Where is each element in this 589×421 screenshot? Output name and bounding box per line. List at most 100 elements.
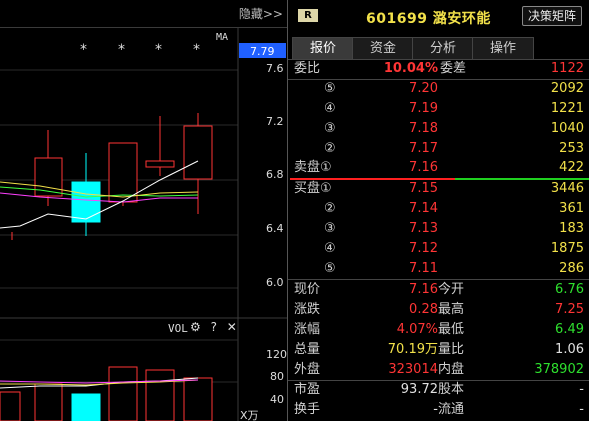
ma-value-star: *: [118, 42, 125, 58]
stat-label: 最高: [438, 302, 465, 317]
sell-level-row[interactable]: ② 7.17 253: [288, 139, 589, 159]
buy-level-row[interactable]: ③ 7.13 183: [288, 219, 589, 239]
quote-panel: R 601699 潞安环能 决策矩阵 报价 资金 分析 操作 委比 10.04%…: [287, 0, 589, 421]
volume-bar[interactable]: [145, 369, 175, 421]
sell-price: 7.16: [409, 160, 438, 175]
current-price-label: 7.79: [250, 45, 275, 58]
stat-row: 涨幅 4.07% 最低 6.49: [288, 320, 589, 340]
sell-price: 7.20: [409, 81, 438, 96]
sell-volume: 2092: [550, 81, 584, 96]
stat-label: 最低: [438, 322, 465, 337]
buy-level-label: ⑤: [324, 261, 336, 276]
stat-label: 涨幅: [294, 322, 321, 337]
decision-matrix-button[interactable]: 决策矩阵: [521, 6, 582, 26]
volume-unit-label: X万: [240, 409, 259, 421]
buy-price: 7.12: [409, 241, 438, 256]
sell-level-label: ⑤: [324, 81, 336, 96]
volume-axis-label: 40: [270, 393, 284, 406]
volume-bar[interactable]: [183, 377, 213, 421]
volume-axis-label: 120: [266, 348, 287, 361]
stat-row: 现价 7.16 今开 6.76: [288, 280, 589, 300]
buy-volume: 1875: [550, 241, 584, 256]
stat-value: 378902: [534, 362, 584, 377]
price-axis-label: 6.0: [266, 276, 284, 289]
sell-level-row[interactable]: ③ 7.18 1040: [288, 119, 589, 139]
volume-bar[interactable]: [0, 391, 21, 421]
stat-value: 93.72: [400, 382, 438, 397]
buy-level-row[interactable]: ② 7.14 361: [288, 199, 589, 219]
sell-volume: 422: [559, 160, 584, 175]
stat-value: 6.76: [555, 282, 584, 297]
ma-label: MA: [216, 32, 228, 43]
candle[interactable]: [34, 130, 63, 206]
stat-value: 7.25: [555, 302, 584, 317]
close-icon[interactable]: ✕: [227, 320, 237, 334]
sell-level-label: ②: [324, 141, 336, 156]
tab-operate[interactable]: 操作: [472, 37, 534, 59]
tab-quote[interactable]: 报价: [292, 37, 354, 59]
buy-volume: 3446: [550, 181, 584, 196]
buy-level-row[interactable]: 买盘① 7.15 3446: [288, 179, 589, 199]
stat-label: 市盈: [294, 382, 321, 397]
committee-ratio-value: 10.04%: [383, 61, 438, 76]
tab-funds[interactable]: 资金: [352, 37, 414, 59]
gear-icon[interactable]: ⚙: [190, 320, 201, 334]
volume-indicator-label: VOL: [168, 322, 188, 335]
sell-volume: 1040: [550, 121, 584, 136]
stat-label: 内盘: [438, 362, 465, 377]
sell-volume: 253: [559, 141, 584, 156]
kline-panel[interactable]: 隐藏>> MA * * * * 7.79 7.6 7.2 6.8 6.4 6.0…: [0, 0, 287, 421]
sell-price: 7.17: [409, 141, 438, 156]
stat-label: 量比: [438, 342, 465, 357]
stat-value: 323014: [388, 362, 438, 377]
price-axis-label: 6.4: [266, 222, 284, 235]
buy-price: 7.15: [409, 181, 438, 196]
price-axis-label: 6.8: [266, 168, 284, 181]
volume-bar[interactable]: [34, 383, 63, 421]
buy-level-label: ④: [324, 241, 336, 256]
buy-level-label: ③: [324, 221, 336, 236]
sell-level-row[interactable]: ④ 7.19 1221: [288, 99, 589, 119]
candlestick-chart[interactable]: MA * * * * 7.79 7.6 7.2 6.8 6.4 6.0 120 …: [0, 0, 287, 421]
sell-price: 7.18: [409, 121, 438, 136]
ma-value-star: *: [80, 42, 87, 58]
buy-volume: 361: [559, 201, 584, 216]
buy-level-row[interactable]: ⑤ 7.11 286: [288, 259, 589, 279]
committee-row: 委比 10.04% 委差 1122: [288, 59, 589, 79]
buy-level-label: ②: [324, 201, 336, 216]
price-axis-label: 7.2: [266, 115, 284, 128]
stock-title: 601699 潞安环能: [366, 11, 491, 27]
stat-label: 外盘: [294, 362, 321, 377]
buy-price: 7.14: [409, 201, 438, 216]
stat-label: 流通: [438, 402, 465, 417]
stat-label: 换手: [294, 402, 321, 417]
volume-bar[interactable]: [71, 393, 101, 421]
committee-diff-label: 委差: [440, 61, 467, 76]
sell-level-label: ③: [324, 121, 336, 136]
stat-label: 涨跌: [294, 302, 321, 317]
tab-analysis[interactable]: 分析: [412, 37, 474, 59]
volume-bar[interactable]: [108, 366, 138, 421]
sell-volume: 1221: [550, 101, 584, 116]
buy-volume: 183: [559, 221, 584, 236]
stat-value: -: [579, 382, 584, 397]
stat-label: 总量: [294, 342, 321, 357]
stat-value: 6.49: [555, 322, 584, 337]
stat-label: 现价: [294, 282, 321, 297]
margin-badge: R: [298, 9, 318, 22]
stat-label: 股本: [438, 382, 465, 397]
buy-price: 7.11: [409, 261, 438, 276]
buy-level-row[interactable]: ④ 7.12 1875: [288, 239, 589, 259]
sell-level-row[interactable]: 卖盘① 7.16 422: [288, 158, 589, 178]
help-icon[interactable]: ?: [211, 320, 217, 334]
stat-value: 4.07%: [396, 322, 438, 337]
stat-value: 1.06: [555, 342, 584, 357]
sell-level-row[interactable]: ⑤ 7.20 2092: [288, 79, 589, 99]
quote-header: R 601699 潞安环能 决策矩阵: [288, 0, 589, 32]
volume-axis-label: 80: [270, 370, 284, 383]
stat-value: 0.28: [409, 302, 438, 317]
sell-level-label: ④: [324, 101, 336, 116]
committee-diff-value: 1122: [550, 61, 584, 76]
committee-ratio-label: 委比: [294, 61, 321, 76]
candle[interactable]: [183, 113, 213, 214]
